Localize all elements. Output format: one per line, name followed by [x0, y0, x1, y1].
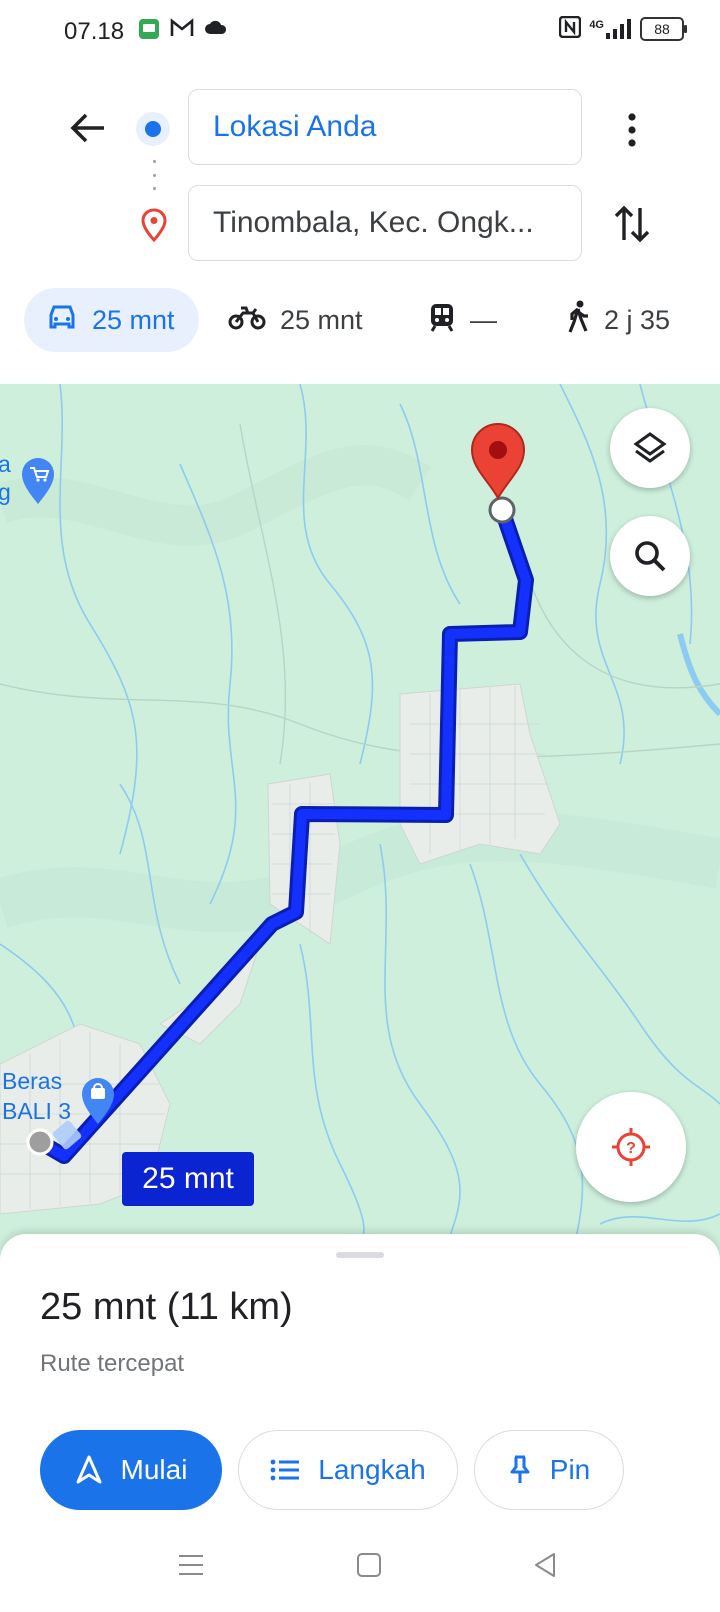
map-view[interactable]: a g Beras BALI 3 25 mnt ?: [0, 384, 720, 1264]
tab-motorcycle[interactable]: 25 mnt: [228, 288, 363, 352]
route-summary: 25 mnt (11 km): [40, 1286, 293, 1328]
search-icon: [635, 541, 666, 572]
origin-dot-icon: [136, 112, 170, 146]
motorcycle-icon: [228, 303, 266, 338]
start-navigation-button[interactable]: Mulai: [40, 1430, 222, 1510]
destination-field[interactable]: Tinombala, Kec. Ongk...: [188, 185, 582, 261]
back-button[interactable]: [64, 104, 112, 152]
pin-icon: [510, 1455, 530, 1483]
poi-top-left-line-1: a: [0, 451, 11, 477]
nfc-icon: [559, 15, 582, 41]
recents-button[interactable]: [178, 1552, 204, 1583]
walk-icon: [566, 300, 590, 341]
home-square-icon: [357, 1553, 381, 1577]
pin-button[interactable]: Pin: [474, 1430, 624, 1510]
start-label: Mulai: [120, 1454, 188, 1485]
list-icon: [270, 1459, 300, 1481]
poi-beras-line-1: Beras: [2, 1068, 63, 1094]
menu-icon: [179, 1555, 203, 1575]
arrow-back-icon: [70, 113, 104, 143]
navigation-icon: [76, 1455, 102, 1484]
messages-icon: [138, 18, 160, 45]
layers-icon: [633, 432, 667, 463]
poi-label-top-left[interactable]: a g: [0, 450, 11, 506]
back-triangle-icon: [535, 1553, 555, 1577]
network-type: 4G: [589, 18, 604, 31]
swap-button[interactable]: [612, 200, 652, 248]
sheet-drag-handle[interactable]: [336, 1252, 384, 1258]
home-button[interactable]: [356, 1552, 382, 1583]
more-vert-icon: [628, 113, 636, 147]
poi-beras-line-2: BALI 3: [2, 1098, 72, 1124]
more-options-button[interactable]: [612, 108, 652, 152]
my-location-button[interactable]: ?: [576, 1092, 686, 1202]
walk-time: 2 j 35: [604, 304, 671, 335]
route-duration-label[interactable]: 25 mnt: [122, 1152, 254, 1206]
steps-label: Langkah: [318, 1454, 426, 1485]
tab-car[interactable]: 25 mnt: [24, 288, 199, 352]
status-time: 07.18: [64, 18, 125, 45]
battery-level: 88: [654, 20, 670, 37]
route-connector: [152, 160, 156, 190]
route-end-marker: [488, 496, 516, 524]
motorcycle-time: 25 mnt: [280, 304, 363, 335]
battery-icon: 88: [640, 16, 687, 41]
search-along-route-button[interactable]: [610, 516, 690, 596]
pin-label: Pin: [549, 1454, 591, 1485]
status-bar: 07.18 4G 88: [0, 0, 720, 64]
transit-time: —: [470, 304, 497, 335]
poi-label-beras[interactable]: Beras BALI 3: [2, 1066, 71, 1126]
tab-walk[interactable]: 2 j 35: [566, 288, 670, 352]
back-nav-button[interactable]: [532, 1552, 558, 1583]
car-icon: [46, 303, 78, 338]
destination-pin-icon: [140, 208, 168, 247]
swap-vert-icon: [614, 205, 650, 243]
route-subtitle: Rute tercepat: [40, 1350, 185, 1377]
tab-transit[interactable]: —: [428, 288, 497, 352]
origin-field[interactable]: Lokasi Anda: [188, 89, 582, 165]
car-time: 25 mnt: [92, 304, 175, 335]
travel-modes: 25 mnt 25 mnt — 2 j 35: [0, 288, 720, 354]
signal-icon: 4G: [589, 18, 632, 39]
layers-button[interactable]: [610, 408, 690, 488]
location-unknown-icon: ?: [612, 1128, 650, 1166]
status-right: 4G 88: [559, 15, 687, 41]
train-icon: [428, 302, 456, 339]
gmail-icon: [170, 18, 194, 43]
route-start-marker: [26, 1128, 54, 1156]
system-nav-bar: [0, 1530, 720, 1612]
svg-text:?: ?: [626, 1140, 636, 1157]
cloud-icon: [204, 18, 228, 41]
steps-button[interactable]: Langkah: [238, 1430, 458, 1510]
poi-top-left-line-2: g: [0, 479, 11, 505]
